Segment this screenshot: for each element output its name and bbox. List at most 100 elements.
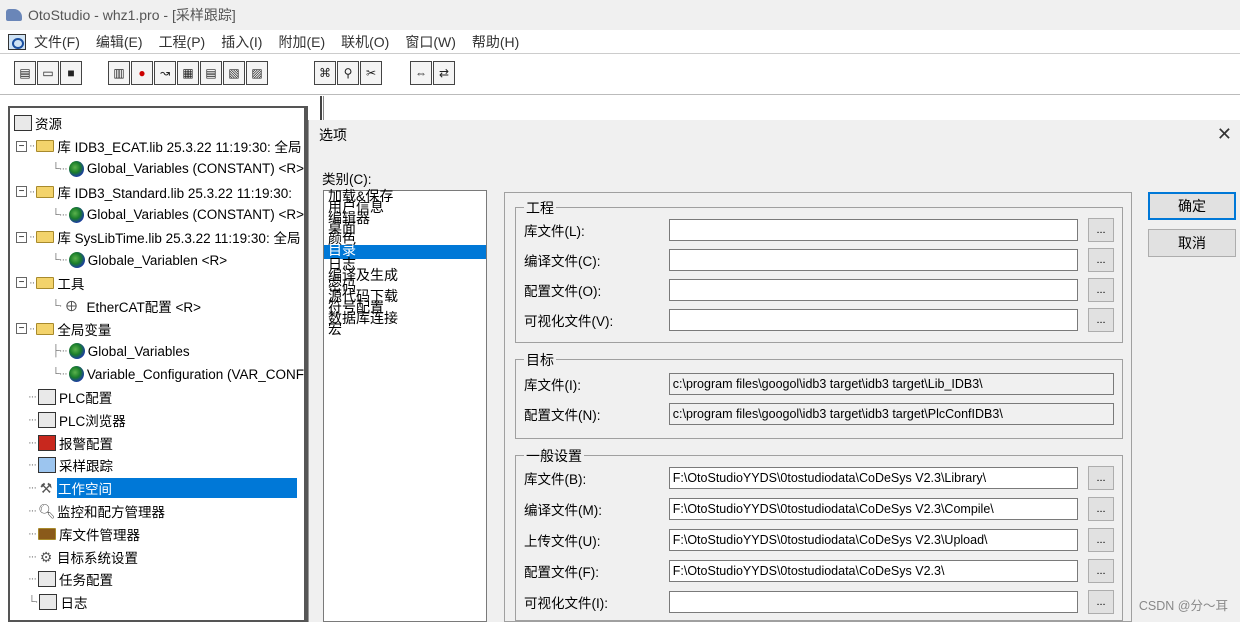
tree-item-library-manager[interactable]: ··· 库文件管理器: [14, 522, 304, 545]
tree-item-target-settings[interactable]: ··· ⚙ 目标系统设置: [14, 545, 304, 568]
tree-item-plc-browser[interactable]: ··· PLC浏览器: [14, 408, 304, 431]
collapse-icon[interactable]: −: [16, 186, 27, 198]
tree-item-lib-standard[interactable]: − ·· 库 IDB3_Standard.lib 25.3.22 11:19:30…: [14, 180, 304, 203]
tools-folder-icon: [36, 276, 55, 289]
tree-item-sampling-trace[interactable]: ··· 采样跟踪: [14, 454, 304, 477]
monitor-icon[interactable]: ▨: [246, 61, 268, 85]
browse-button[interactable]: ...: [1088, 278, 1114, 302]
menu-extras[interactable]: 附加(E): [278, 32, 325, 52]
project-visual-row: 可视化文件(V): ...: [524, 308, 1114, 332]
project-library-row: 库文件(L): ...: [524, 218, 1114, 242]
tree-item-task-config[interactable]: ··· 任务配置: [14, 568, 304, 591]
close-icon[interactable]: ✕: [1217, 124, 1232, 145]
new-file-icon[interactable]: ▤: [14, 61, 36, 85]
collapse-icon[interactable]: −: [16, 277, 27, 289]
general-library-input[interactable]: F:\OtoStudioYYDS\0tostudiodata\CoDeSys V…: [668, 467, 1079, 489]
field-label: 编译文件(C):: [524, 254, 601, 269]
replace-icon[interactable]: ⚲: [337, 61, 359, 85]
browse-button[interactable]: ...: [1088, 590, 1114, 614]
tree-item-variable-configuration[interactable]: └··· Variable_Configuration (VAR_CONF: [14, 363, 304, 386]
document-icon[interactable]: [8, 33, 26, 50]
general-config-input[interactable]: F:\OtoStudioYYDS\0tostudiodata\CoDeSys V…: [668, 560, 1079, 582]
folder-icon: [36, 140, 55, 153]
category-label: 类别(C):: [322, 172, 372, 187]
category-item[interactable]: 数据库连接: [324, 311, 486, 325]
menu-window[interactable]: 窗口(W): [405, 32, 456, 52]
tree-item-global-vars-standard[interactable]: └··· Global_Variables (CONSTANT) <R>: [14, 203, 304, 226]
field-label: 配置文件(F):: [524, 565, 599, 580]
collapse-icon[interactable]: −: [16, 323, 27, 335]
menu-insert[interactable]: 插入(I): [221, 32, 262, 52]
general-visual-input[interactable]: [668, 591, 1079, 613]
step-icon[interactable]: ▦: [177, 61, 199, 85]
run-icon[interactable]: ↝: [154, 61, 176, 85]
project-group: 工程 库文件(L): ... 编译文件(C): ... 配置文件(O): ...…: [515, 198, 1123, 343]
open-folder-icon[interactable]: ▭: [37, 61, 59, 85]
resources-icon: [14, 115, 32, 132]
project-config-row: 配置文件(O): ...: [524, 278, 1114, 302]
login-icon[interactable]: ▥: [108, 61, 130, 85]
tree-item-workspace[interactable]: ··· ⚒ 工作空间: [14, 477, 304, 500]
tree-item-watch-recipe[interactable]: ··· 🔍︎ 监控和配方管理器: [14, 500, 304, 523]
menu-online[interactable]: 联机(O): [341, 32, 389, 52]
tree-root-label: 资源: [35, 117, 62, 133]
window-title: OtoStudio - whz1.pro - [采样跟踪]: [28, 7, 236, 23]
globe-icon: [68, 252, 85, 269]
tree-item-label: 库 IDB3_ECAT.lib 25.3.22 11:19:30: 全局: [57, 140, 302, 156]
browse-button[interactable]: ...: [1088, 559, 1114, 583]
tree-item-globale-variablen[interactable]: └··· Globale_Variablen <R>: [14, 249, 304, 272]
zoom-in-icon[interactable]: ⇔: [410, 61, 432, 85]
zoom-out-icon[interactable]: ⇄: [433, 61, 455, 85]
general-compile-input[interactable]: F:\OtoStudioYYDS\0tostudiodata\CoDeSys V…: [668, 498, 1079, 520]
tree-item-tools[interactable]: − ·· 工具: [14, 272, 304, 295]
cut-icon[interactable]: ✂: [360, 61, 382, 85]
menu-help[interactable]: 帮助(H): [472, 32, 519, 52]
breakpoint-icon[interactable]: ▤: [200, 61, 222, 85]
tree-root[interactable]: 资源: [14, 112, 304, 135]
menu-edit[interactable]: 编辑(E): [96, 32, 143, 52]
menu-project[interactable]: 工程(P): [159, 32, 206, 52]
browse-button[interactable]: ...: [1088, 308, 1114, 332]
save-icon[interactable]: ■: [60, 61, 82, 85]
tree-item-plc-config[interactable]: ··· PLC配置: [14, 386, 304, 409]
field-label: 配置文件(N):: [524, 408, 601, 423]
general-upload-input[interactable]: F:\OtoStudioYYDS\0tostudiodata\CoDeSys V…: [668, 529, 1079, 551]
general-config-row: 配置文件(F): F:\OtoStudioYYDS\0tostudiodata\…: [524, 559, 1114, 583]
tree-item-lib-ecat[interactable]: − ·· 库 IDB3_ECAT.lib 25.3.22 11:19:30: 全局: [14, 135, 304, 158]
browse-button[interactable]: ...: [1088, 497, 1114, 521]
download-icon[interactable]: ▧: [223, 61, 245, 85]
tree-item-global-variables-obj[interactable]: ├··· Global_Variables: [14, 340, 304, 363]
project-library-input[interactable]: [668, 219, 1079, 241]
tree-item-label: 库文件管理器: [59, 527, 140, 543]
tree-item-global-variables[interactable]: − ·· 全局变量: [14, 317, 304, 340]
tree-item-label-selected: 工作空间: [57, 478, 297, 499]
browse-button[interactable]: ...: [1088, 466, 1114, 490]
tree-item-global-vars-ecat[interactable]: └··· Global_Variables (CONSTANT) <R>: [14, 158, 304, 181]
tree-item-label: 采样跟踪: [59, 459, 113, 475]
globe-icon: [68, 343, 85, 360]
globe-icon: [68, 366, 84, 383]
app-icon: [6, 9, 22, 21]
cancel-button[interactable]: 取消: [1148, 229, 1236, 257]
browse-button[interactable]: ...: [1088, 248, 1114, 272]
general-group: 一般设置 库文件(B): F:\OtoStudioYYDS\0tostudiod…: [515, 446, 1123, 621]
dialog-title: 选项: [319, 127, 347, 143]
menu-file[interactable]: 文件(F): [34, 32, 80, 52]
category-list[interactable]: 加载&保存 用户信息 编辑器 桌面 颜色 目录 日志 编译及生成 密码 源代码下…: [323, 189, 487, 622]
project-compile-input[interactable]: [668, 249, 1079, 271]
globe-icon: [68, 206, 84, 223]
collapse-icon[interactable]: −: [16, 140, 27, 152]
project-config-input[interactable]: [668, 279, 1079, 301]
browse-button[interactable]: ...: [1088, 528, 1114, 552]
tree-item-alarm-config[interactable]: ··· 报警配置: [14, 431, 304, 454]
browse-button[interactable]: ...: [1088, 218, 1114, 242]
stop-icon[interactable]: ●: [131, 61, 153, 85]
ok-button[interactable]: 确定: [1148, 192, 1236, 220]
group-legend: 工程: [524, 198, 556, 218]
tree-item-ethercat-config[interactable]: └· 🜨 EtherCAT配置 <R>: [14, 294, 304, 317]
tree-item-log[interactable]: └· 日志: [14, 591, 304, 614]
collapse-icon[interactable]: −: [16, 231, 27, 243]
tree-item-lib-systime[interactable]: − ·· 库 SysLibTime.lib 25.3.22 11:19:30: 全…: [14, 226, 304, 249]
project-visual-input[interactable]: [668, 309, 1079, 331]
find-icon[interactable]: ⌘: [314, 61, 336, 85]
